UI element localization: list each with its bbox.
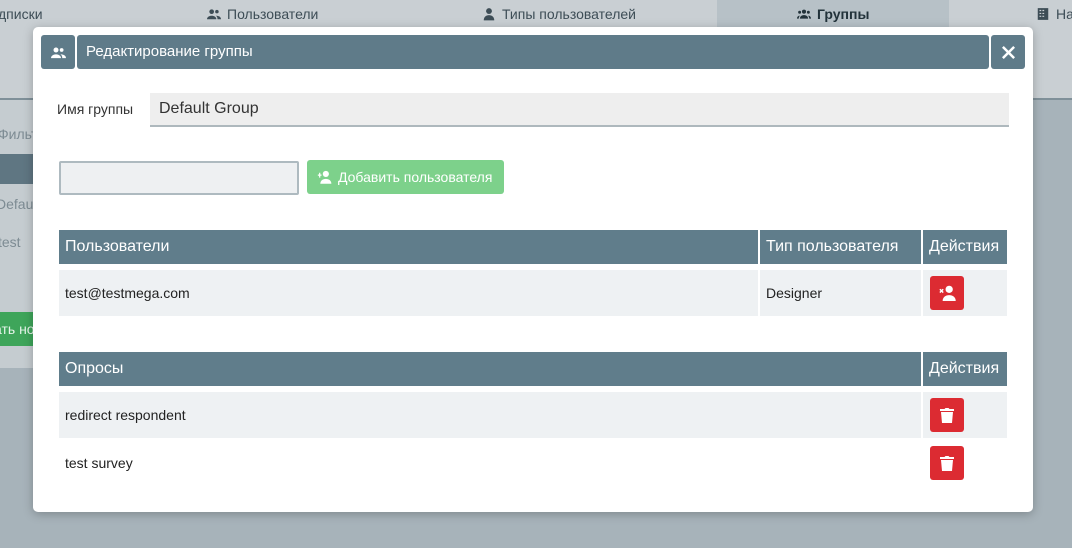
surveys-table: Опросы Действия redirect respondent test… xyxy=(59,352,1007,488)
user-remove-icon xyxy=(939,285,956,301)
add-user-button-label: Добавить пользователя xyxy=(338,169,493,185)
user-type-column-header: Тип пользователя xyxy=(760,230,921,264)
surveys-column-header: Опросы xyxy=(59,352,921,386)
user-plus-icon xyxy=(317,170,332,184)
user-email-cell: test@testmega.com xyxy=(59,270,758,316)
bg-tab-users: Пользователи xyxy=(207,0,318,28)
group-name-label: Имя группы xyxy=(57,101,134,117)
bg-row-text: test xyxy=(0,234,21,250)
bg-tab-settings: Нас xyxy=(1036,0,1072,28)
building-icon xyxy=(1037,8,1049,20)
table-row: redirect respondent xyxy=(59,392,1007,438)
user-type-icon xyxy=(483,8,495,21)
survey-actions-cell xyxy=(923,440,1007,486)
bg-tab-label: Группы xyxy=(817,6,870,22)
users-column-header: Пользователи xyxy=(59,230,758,264)
survey-name-cell: test survey xyxy=(59,440,921,486)
delete-survey-button[interactable] xyxy=(930,446,964,480)
add-user-button[interactable]: Добавить пользователя xyxy=(307,160,504,194)
group-icon xyxy=(50,47,66,58)
user-search-input[interactable] xyxy=(59,161,299,195)
bg-filter-label: Фильт xyxy=(0,126,38,142)
actions-column-header: Действия xyxy=(923,352,1007,386)
bg-tab-label: Пользователи xyxy=(227,6,319,22)
bg-tab-label: Нас xyxy=(1056,6,1072,22)
group-name-input[interactable] xyxy=(150,93,1009,127)
groups-icon xyxy=(797,9,811,19)
table-row: test survey xyxy=(59,440,1007,486)
delete-survey-button[interactable] xyxy=(930,398,964,432)
user-type-cell: Designer xyxy=(760,270,921,316)
actions-column-header: Действия xyxy=(923,230,1007,264)
bg-tab-groups: Группы xyxy=(717,0,949,28)
remove-user-button[interactable] xyxy=(930,276,964,310)
edit-group-modal: Редактирование группы Имя группы Добавит… xyxy=(33,27,1033,512)
close-icon xyxy=(1001,45,1015,59)
bg-tab-user-types: Типы пользователей xyxy=(482,0,636,28)
users-table: Пользователи Тип пользователя Действия t… xyxy=(59,230,1007,320)
bg-tab-label: Типы пользователей xyxy=(502,6,636,22)
bg-tab-label: дписки xyxy=(0,6,43,22)
modal-header-icon xyxy=(41,35,75,69)
table-row: test@testmega.com Designer xyxy=(59,270,1007,316)
modal-title: Редактирование группы xyxy=(77,35,989,69)
survey-name-cell: redirect respondent xyxy=(59,392,921,438)
bg-row-text: Defau xyxy=(0,196,34,212)
trash-icon xyxy=(940,456,954,471)
users-icon xyxy=(207,9,221,20)
survey-actions-cell xyxy=(923,392,1007,438)
close-button[interactable] xyxy=(991,35,1025,69)
trash-icon xyxy=(940,408,954,423)
user-actions-cell xyxy=(923,270,1007,316)
bg-tab-subscriptions: дписки xyxy=(0,0,43,28)
